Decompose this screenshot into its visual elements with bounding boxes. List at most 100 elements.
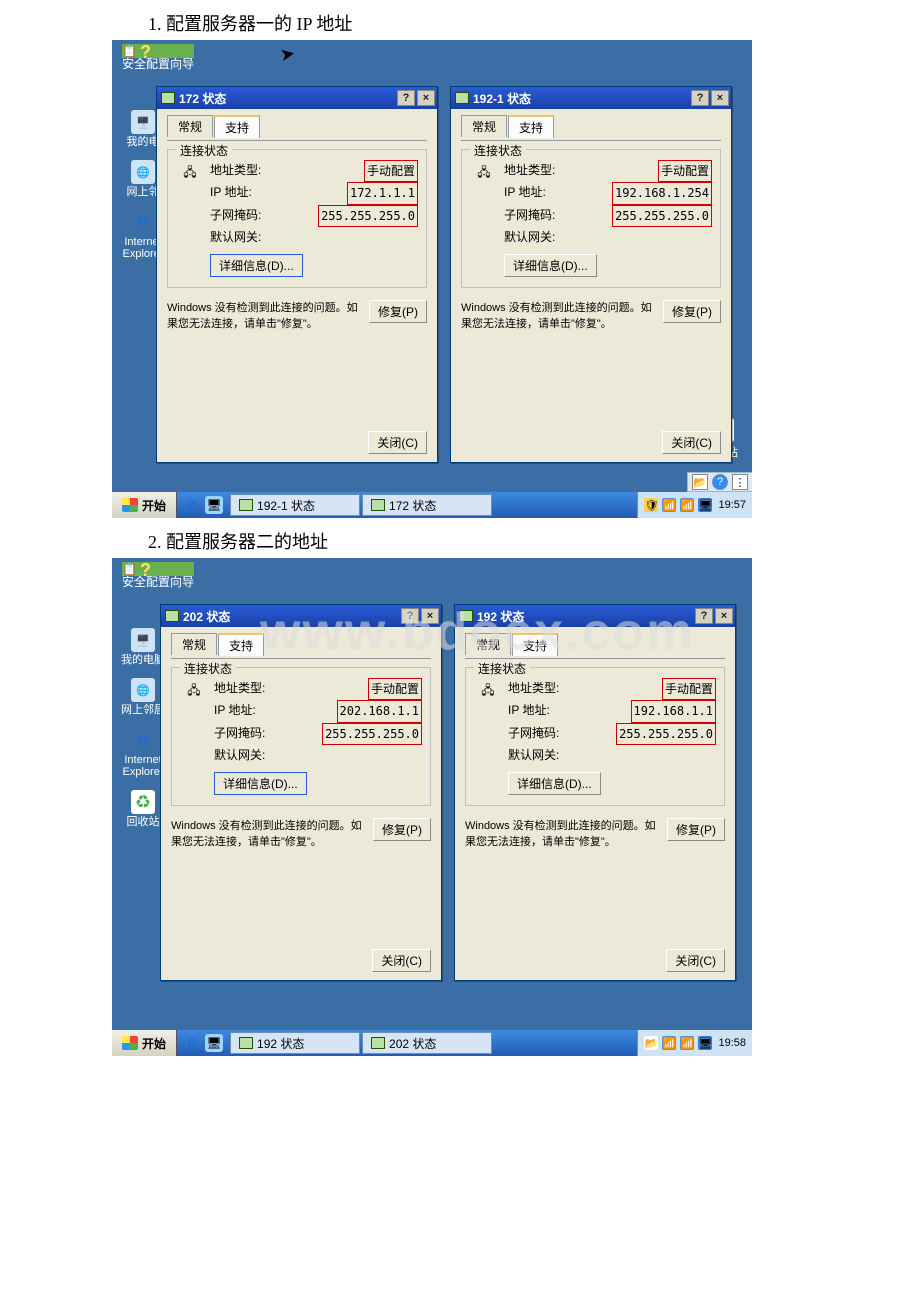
ie-icon[interactable]: eInternetExplorer [123, 728, 164, 778]
details-button[interactable]: 详细信息(D)... [508, 772, 601, 795]
nic-large-icon: 🖧 [470, 160, 498, 186]
tray-shield-icon[interactable]: 🛡 [644, 498, 658, 512]
gateway-label: 默认网关: [210, 227, 261, 247]
ip-value: 202.168.1.1 [337, 700, 422, 722]
repair-button[interactable]: 修复(P) [373, 818, 431, 841]
close-button[interactable]: 关闭(C) [368, 431, 427, 454]
windows-logo-icon [122, 498, 138, 512]
help-button[interactable]: ? [401, 608, 419, 624]
nic-icon [459, 610, 473, 622]
nic-large-icon: 🖧 [176, 160, 204, 186]
mask-label: 子网掩码: [210, 205, 261, 227]
my-computer-icon[interactable]: 🖥️我的电脑 [121, 628, 165, 666]
connection-status-group: 连接状态 🖧 地址类型: 手动配置 IP 地址: 192.168.1.254 子… [461, 149, 721, 288]
status-dialog-192: 192 状态 ? × 常规 支持 连接状态 🖧 地址类型: 手动配置 IP 地址… [454, 604, 736, 981]
desktop-quicklaunch-icon[interactable]: 🖥 [205, 1034, 223, 1052]
repair-button[interactable]: 修复(P) [667, 818, 725, 841]
screenshot-2: 📋? 安全配置向导 🖥️我的电脑 🌐网上邻居 eInternetExplorer… [112, 558, 752, 1056]
taskbar-button-172[interactable]: 172 状态 [362, 494, 492, 516]
mask-value: 255.255.255.0 [616, 723, 716, 745]
details-button[interactable]: 详细信息(D)... [504, 254, 597, 277]
tab-general[interactable]: 常规 [167, 115, 213, 137]
tab-general[interactable]: 常规 [171, 633, 217, 655]
repair-hint-text: Windows 没有检测到此连接的问题。如果您无法连接，请单击"修复"。 [461, 300, 655, 333]
tab-support[interactable]: 支持 [508, 115, 554, 138]
addrtype-label: 地址类型: [508, 678, 559, 700]
tray-nic2-icon[interactable]: 📶 [680, 498, 694, 512]
titlebar[interactable]: 192 状态 ? × [455, 605, 735, 627]
tray-folder-icon[interactable]: 📂 [644, 1036, 658, 1050]
start-button[interactable]: 开始 [112, 492, 177, 518]
details-button[interactable]: 详细信息(D)... [214, 772, 307, 795]
mask-label: 子网掩码: [504, 205, 555, 227]
group-legend: 连接状态 [470, 142, 526, 159]
close-x-button[interactable]: × [417, 90, 435, 106]
taskbar-button-202[interactable]: 202 状态 [362, 1032, 492, 1054]
recycle-bin-icon[interactable]: ♻回收站 [127, 790, 160, 828]
network-places-icon[interactable]: 🌐网上邻居 [121, 678, 165, 716]
screenshot-1: ➤ 📋? 安全配置向导 🖥️我的电 🌐网上邻 eInternetExplorer… [112, 40, 752, 518]
tab-general[interactable]: 常规 [465, 633, 511, 655]
quick-launch: e 🖥 [177, 492, 229, 518]
desktop-quicklaunch-icon[interactable]: 🖥 [205, 496, 223, 514]
security-config-wizard-icon[interactable]: 📋? 安全配置向导 [122, 44, 194, 71]
ip-value: 172.1.1.1 [347, 182, 418, 204]
repair-hint-text: Windows 没有检测到此连接的问题。如果您无法连接，请单击"修复"。 [465, 818, 659, 851]
mask-value: 255.255.255.0 [322, 723, 422, 745]
my-computer-icon[interactable]: 🖥️我的电 [127, 110, 160, 148]
taskbar: 开始 e 🖥 192 状态 202 状态 📂 📶 📶 🖥 19:58 [112, 1030, 752, 1056]
ip-value: 192.168.1.1 [631, 700, 716, 722]
tab-support[interactable]: 支持 [214, 115, 260, 138]
details-button[interactable]: 详细信息(D)... [210, 254, 303, 277]
heading-2: 2. 配置服务器二的地址 [0, 518, 920, 558]
status-dialog-202: 202 状态 ? × 常规 支持 连接状态 🖧 地址类型: 手动配置 IP 地址… [160, 604, 442, 981]
addrtype-label: 地址类型: [504, 160, 555, 182]
ie-quicklaunch-icon[interactable]: e [183, 496, 201, 514]
heading-1: 1. 配置服务器一的 IP 地址 [0, 0, 920, 40]
tray-nic1-icon[interactable]: 📶 [662, 498, 676, 512]
help-button[interactable]: ? [691, 90, 709, 106]
security-config-wizard-icon[interactable]: 📋? 安全配置向导 [122, 562, 194, 589]
connection-status-group: 连接状态 🖧 地址类型: 手动配置 IP 地址: 202.168.1.1 子网掩… [171, 667, 431, 806]
network-places-icon[interactable]: 🌐网上邻 [127, 160, 160, 198]
titlebar[interactable]: 192-1 状态 ? × [451, 87, 731, 109]
nic-icon [161, 92, 175, 104]
help-button[interactable]: ? [397, 90, 415, 106]
help-folder-icon[interactable]: 📂 [692, 474, 708, 490]
nic-large-icon: 🖧 [474, 678, 502, 704]
connection-status-group: 连接状态 🖧 地址类型: 手动配置 IP 地址: 192.168.1.1 子网掩… [465, 667, 725, 806]
help-q-icon[interactable]: ? [712, 474, 728, 490]
group-legend: 连接状态 [474, 660, 530, 677]
tray-nic1-icon[interactable]: 📶 [662, 1036, 676, 1050]
taskbar-button-192[interactable]: 192 状态 [230, 1032, 360, 1054]
repair-button[interactable]: 修复(P) [369, 300, 427, 323]
close-button[interactable]: 关闭(C) [666, 949, 725, 972]
gateway-label: 默认网关: [504, 227, 555, 247]
ie-quicklaunch-icon[interactable]: e [183, 1034, 201, 1052]
help-button[interactable]: ? [695, 608, 713, 624]
tab-general[interactable]: 常规 [461, 115, 507, 137]
addrtype-value: 手动配置 [364, 160, 418, 182]
close-button[interactable]: 关闭(C) [662, 431, 721, 454]
tab-support[interactable]: 支持 [512, 633, 558, 656]
group-legend: 连接状态 [176, 142, 232, 159]
tray-monitor-icon[interactable]: 🖥 [698, 1036, 712, 1050]
tray-monitor-icon[interactable]: 🖥 [698, 498, 712, 512]
mask-label: 子网掩码: [214, 723, 265, 745]
close-x-button[interactable]: × [711, 90, 729, 106]
taskbar-button-192-1[interactable]: 192-1 状态 [230, 494, 360, 516]
repair-button[interactable]: 修复(P) [663, 300, 721, 323]
help-more-icon[interactable]: ⋮ [732, 474, 748, 490]
status-dialog-172: 172 状态 ? × 常规 支持 连接状态 🖧 地址类型: 手动配置 IP 地址… [156, 86, 438, 463]
close-x-button[interactable]: × [715, 608, 733, 624]
title-text: 202 状态 [183, 608, 399, 625]
start-button[interactable]: 开始 [112, 1030, 177, 1056]
close-x-button[interactable]: × [421, 608, 439, 624]
close-button[interactable]: 关闭(C) [372, 949, 431, 972]
tab-support[interactable]: 支持 [218, 633, 264, 656]
mask-value: 255.255.255.0 [612, 205, 712, 227]
titlebar[interactable]: 202 状态 ? × [161, 605, 441, 627]
titlebar[interactable]: 172 状态 ? × [157, 87, 437, 109]
tray-nic2-icon[interactable]: 📶 [680, 1036, 694, 1050]
ip-label: IP 地址: [504, 182, 546, 204]
